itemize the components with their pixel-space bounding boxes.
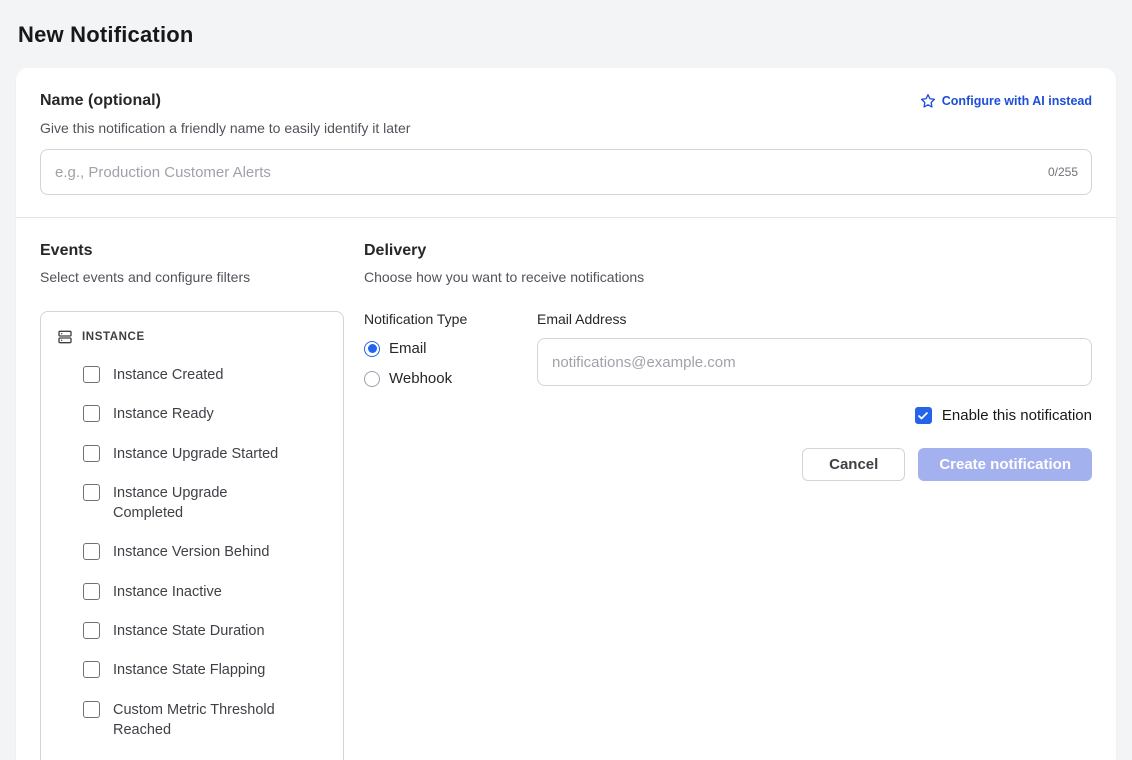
content-columns: Events Select events and configure filte… (40, 242, 1092, 760)
event-item-custom-metric-threshold[interactable]: Custom Metric Threshold Reached (83, 700, 333, 741)
email-address-group: Email Address (537, 311, 1092, 387)
configure-with-ai-label: Configure with AI instead (942, 94, 1092, 108)
delivery-settings-row: Notification Type Email Webhook Email Ad… (364, 311, 1092, 387)
event-label: Custom Metric Threshold Reached (113, 700, 285, 741)
event-label: Instance State Duration (113, 621, 265, 641)
create-notification-button[interactable]: Create notification (918, 448, 1092, 481)
radio-option-webhook[interactable]: Webhook (364, 370, 537, 387)
event-label: Instance Inactive (113, 582, 222, 602)
email-input[interactable] (537, 338, 1092, 386)
radio-option-email[interactable]: Email (364, 340, 537, 357)
event-item-instance-upgrade-started[interactable]: Instance Upgrade Started (83, 444, 333, 464)
delivery-subtitle: Choose how you want to receive notificat… (364, 269, 1092, 285)
name-subtitle: Give this notification a friendly name t… (40, 120, 1092, 136)
section-divider (16, 217, 1116, 218)
event-item-instance-upgrade-completed[interactable]: Instance Upgrade Completed (83, 483, 333, 524)
configure-with-ai-link[interactable]: Configure with AI instead (920, 93, 1092, 109)
char-counter: 0/255 (1048, 165, 1078, 179)
delivery-column: Delivery Choose how you want to receive … (364, 242, 1092, 760)
checkbox-instance-state-flapping[interactable] (83, 661, 100, 678)
enable-notification-label: Enable this notification (942, 407, 1092, 424)
radio-email[interactable] (364, 341, 380, 357)
checkbox-instance-ready[interactable] (83, 405, 100, 422)
delivery-heading: Delivery (364, 242, 1092, 260)
enable-notification-checkbox[interactable] (915, 407, 932, 424)
enable-notification-row[interactable]: Enable this notification (364, 406, 1092, 424)
name-heading: Name (optional) (40, 92, 161, 110)
radio-webhook[interactable] (364, 371, 380, 387)
cancel-button[interactable]: Cancel (802, 448, 905, 481)
checkbox-instance-upgrade-completed[interactable] (83, 484, 100, 501)
events-column: Events Select events and configure filte… (40, 242, 364, 760)
checkbox-custom-metric-threshold[interactable] (83, 701, 100, 718)
page-title: New Notification (18, 22, 1116, 48)
checkbox-instance-created[interactable] (83, 366, 100, 383)
email-input-wrap (537, 338, 1092, 386)
group-header-release[interactable]: RELEASE (57, 756, 333, 760)
action-buttons: Cancel Create notification (364, 448, 1092, 481)
events-heading: Events (40, 242, 364, 260)
name-input[interactable] (40, 149, 1092, 195)
notification-type-group: Notification Type Email Webhook (364, 311, 537, 387)
event-label: Instance Created (113, 365, 223, 385)
notification-type-label: Notification Type (364, 311, 537, 327)
star-icon (920, 93, 936, 109)
event-item-instance-state-flapping[interactable]: Instance State Flapping (83, 660, 333, 680)
event-item-instance-ready[interactable]: Instance Ready (83, 404, 333, 424)
checkbox-instance-state-duration[interactable] (83, 622, 100, 639)
radio-webhook-label: Webhook (389, 370, 452, 387)
name-input-wrap: 0/255 (40, 149, 1092, 195)
server-icon (57, 329, 73, 345)
new-notification-card: Name (optional) Configure with AI instea… (16, 68, 1116, 760)
page: New Notification Name (optional) Configu… (0, 0, 1132, 760)
instance-event-list: Instance Created Instance Ready Instance… (83, 365, 333, 740)
event-item-instance-inactive[interactable]: Instance Inactive (83, 582, 333, 602)
events-subtitle: Select events and configure filters (40, 269, 364, 285)
event-item-instance-created[interactable]: Instance Created (83, 365, 333, 385)
event-label: Instance Upgrade Started (113, 444, 278, 464)
email-address-label: Email Address (537, 311, 1092, 327)
group-header-instance[interactable]: INSTANCE (57, 322, 333, 352)
checkbox-instance-version-behind[interactable] (83, 543, 100, 560)
event-item-instance-state-duration[interactable]: Instance State Duration (83, 621, 333, 641)
group-label-instance: INSTANCE (82, 331, 145, 343)
events-panel: INSTANCE Instance Created Instance Ready (40, 311, 344, 760)
event-item-instance-version-behind[interactable]: Instance Version Behind (83, 542, 333, 562)
event-label: Instance State Flapping (113, 660, 265, 680)
event-label: Instance Upgrade Completed (113, 483, 285, 524)
checkbox-instance-upgrade-started[interactable] (83, 445, 100, 462)
name-section-header: Name (optional) Configure with AI instea… (40, 92, 1092, 110)
event-label: Instance Ready (113, 404, 214, 424)
checkbox-instance-inactive[interactable] (83, 583, 100, 600)
event-label: Instance Version Behind (113, 542, 269, 562)
radio-email-label: Email (389, 340, 427, 357)
